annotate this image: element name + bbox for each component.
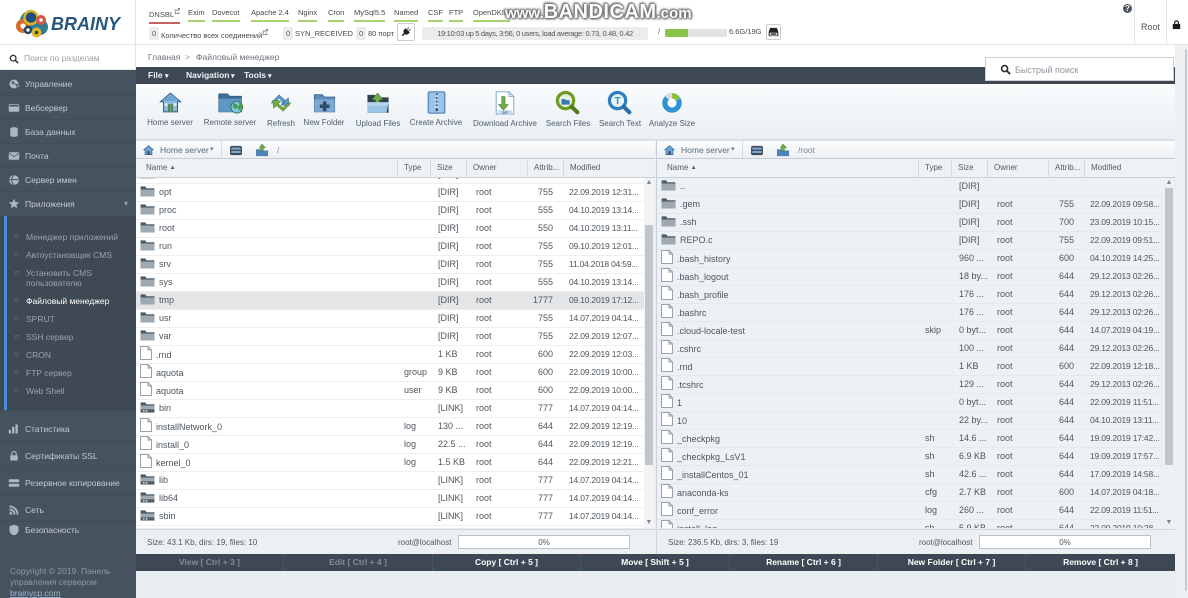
svg-text:BRAINY: BRAINY (51, 14, 122, 34)
svg-text:T: T (614, 95, 621, 107)
svg-text:ZIP: ZIP (502, 110, 509, 115)
